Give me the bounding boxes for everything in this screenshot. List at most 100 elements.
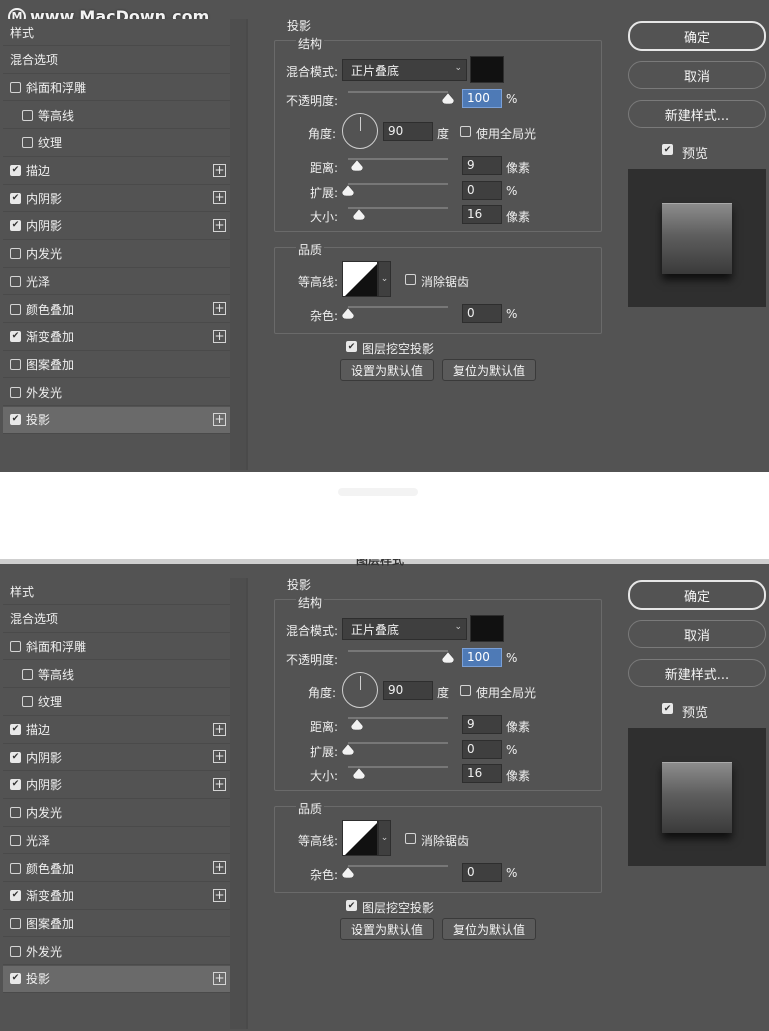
style-checkbox[interactable]	[10, 386, 21, 398]
style-list-item[interactable]: 混合选项	[3, 605, 230, 633]
add-effect-icon[interactable]: +	[213, 888, 226, 902]
style-list-item[interactable]: 外发光	[3, 938, 230, 966]
add-effect-icon[interactable]: +	[213, 777, 226, 791]
style-checkbox[interactable]	[10, 303, 21, 315]
style-list-item[interactable]: 样式	[3, 578, 230, 605]
add-effect-icon[interactable]: +	[213, 722, 226, 736]
cancel-button[interactable]: 取消	[628, 620, 766, 648]
style-checkbox[interactable]	[10, 248, 21, 260]
style-list-item[interactable]: 光泽	[3, 827, 230, 855]
global-light-checkbox[interactable]	[460, 126, 471, 137]
style-checkbox[interactable]	[10, 640, 21, 652]
style-list-item[interactable]: 混合选项	[3, 46, 230, 74]
style-list-item[interactable]: 斜面和浮雕	[3, 633, 230, 661]
style-list-item[interactable]: 斜面和浮雕	[3, 74, 230, 102]
cancel-button[interactable]: 取消	[628, 61, 766, 89]
style-checkbox[interactable]: ✔	[10, 414, 21, 426]
angle-input[interactable]: 90	[383, 681, 433, 700]
blend-mode-select[interactable]: 正片叠底 ⌄	[342, 59, 467, 81]
spread-slider-track[interactable]	[348, 183, 448, 185]
antialias-checkbox[interactable]	[405, 274, 416, 285]
global-light-checkbox[interactable]	[460, 685, 471, 696]
add-effect-icon[interactable]: +	[213, 750, 226, 764]
style-checkbox[interactable]: ✔	[10, 751, 21, 763]
reset-default-button[interactable]: 复位为默认值	[442, 918, 536, 940]
list-scrollbar[interactable]	[230, 578, 246, 1029]
style-checkbox[interactable]	[10, 834, 21, 846]
style-list-item[interactable]: ✔ 描边 +	[3, 157, 230, 185]
style-checkbox[interactable]	[22, 109, 33, 121]
opacity-slider-track[interactable]	[348, 91, 448, 93]
style-list-item[interactable]: 纹理	[3, 688, 230, 716]
style-checkbox[interactable]	[10, 81, 21, 93]
style-checkbox[interactable]: ✔	[10, 165, 21, 176]
style-list-item[interactable]: ✔ 内阴影 +	[3, 212, 230, 240]
spread-input[interactable]: 0	[462, 740, 502, 759]
blend-mode-select[interactable]: 正片叠底 ⌄	[342, 618, 467, 640]
add-effect-icon[interactable]: +	[213, 302, 226, 315]
add-effect-icon[interactable]: +	[213, 191, 226, 205]
style-list-item[interactable]: 等高线	[3, 661, 230, 689]
style-list-item[interactable]: ✔ 渐变叠加 +	[3, 323, 230, 351]
contour-dropdown[interactable]: ⌄	[378, 820, 391, 856]
opacity-input[interactable]: 100	[462, 648, 502, 667]
contour-dropdown[interactable]: ⌄	[378, 261, 391, 297]
spread-input[interactable]: 0	[462, 181, 502, 200]
angle-dial[interactable]	[342, 672, 378, 708]
style-list-item[interactable]: 外发光	[3, 379, 230, 407]
style-list-item[interactable]: ✔ 渐变叠加 +	[3, 882, 230, 910]
reset-default-button[interactable]: 复位为默认值	[442, 359, 536, 381]
style-list-item[interactable]: 图案叠加	[3, 910, 230, 938]
set-default-button[interactable]: 设置为默认值	[340, 359, 434, 381]
style-checkbox[interactable]	[10, 807, 21, 819]
style-checkbox[interactable]: ✔	[10, 724, 21, 735]
style-list-item[interactable]: ✔ 投影 +	[3, 406, 230, 434]
style-list-item[interactable]: 等高线	[3, 102, 230, 130]
style-checkbox[interactable]: ✔	[10, 973, 21, 985]
style-list-item[interactable]: 图案叠加	[3, 351, 230, 379]
style-checkbox[interactable]: ✔	[10, 220, 21, 232]
size-input[interactable]: 16	[462, 205, 502, 224]
list-scrollbar[interactable]	[230, 19, 246, 470]
style-checkbox[interactable]	[22, 696, 33, 708]
style-list-item[interactable]: 颜色叠加 +	[3, 296, 230, 323]
style-list-item[interactable]: 内发光	[3, 799, 230, 827]
style-checkbox[interactable]	[22, 137, 33, 149]
style-checkbox[interactable]	[10, 862, 21, 874]
knockout-checkbox[interactable]: ✔	[346, 900, 357, 911]
style-list-item[interactable]: ✔ 投影 +	[3, 965, 230, 993]
preview-checkbox[interactable]: ✔	[662, 144, 673, 155]
style-list-item[interactable]: ✔ 内阴影 +	[3, 185, 230, 213]
style-list-item[interactable]: ✔ 内阴影 +	[3, 771, 230, 799]
opacity-input[interactable]: 100	[462, 89, 502, 108]
set-default-button[interactable]: 设置为默认值	[340, 918, 434, 940]
style-checkbox[interactable]	[10, 275, 21, 287]
style-list-item[interactable]: 纹理	[3, 129, 230, 157]
style-list-item[interactable]: ✔ 描边 +	[3, 716, 230, 744]
shadow-color-swatch[interactable]	[470, 56, 504, 83]
knockout-checkbox[interactable]: ✔	[346, 341, 357, 352]
style-list-item[interactable]: 光泽	[3, 268, 230, 296]
style-list-item[interactable]: 内发光	[3, 240, 230, 268]
new-style-button[interactable]: 新建样式...	[628, 659, 766, 687]
style-checkbox[interactable]	[10, 917, 21, 929]
angle-dial[interactable]	[342, 113, 378, 149]
style-list-item[interactable]: ✔ 内阴影 +	[3, 744, 230, 772]
style-checkbox[interactable]: ✔	[10, 192, 21, 204]
noise-input[interactable]: 0	[462, 863, 502, 882]
antialias-checkbox[interactable]	[405, 833, 416, 844]
add-effect-icon[interactable]: +	[213, 971, 226, 985]
noise-slider-track[interactable]	[348, 306, 448, 308]
distance-slider-track[interactable]	[348, 717, 448, 719]
shadow-color-swatch[interactable]	[470, 615, 504, 642]
style-checkbox[interactable]	[10, 358, 21, 370]
style-checkbox[interactable]: ✔	[10, 890, 21, 902]
ok-button[interactable]: 确定	[628, 580, 766, 610]
add-effect-icon[interactable]: +	[213, 218, 226, 232]
add-effect-icon[interactable]: +	[213, 329, 226, 343]
ok-button[interactable]: 确定	[628, 21, 766, 51]
contour-picker[interactable]	[342, 261, 378, 297]
size-input[interactable]: 16	[462, 764, 502, 783]
preview-checkbox[interactable]: ✔	[662, 703, 673, 714]
distance-slider-track[interactable]	[348, 158, 448, 160]
